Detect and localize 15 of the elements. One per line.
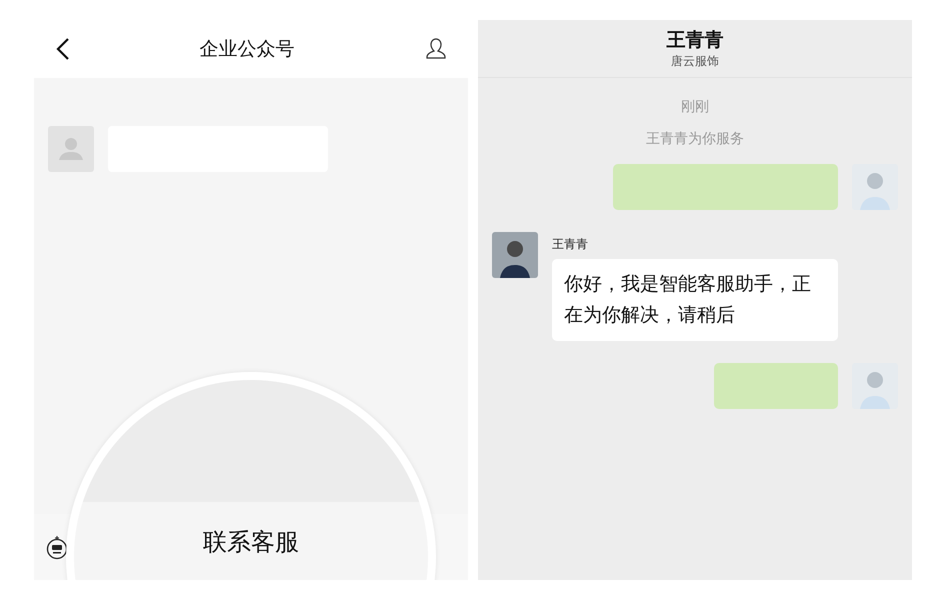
avatar-silhouette-icon — [852, 363, 898, 409]
back-icon[interactable] — [56, 37, 70, 61]
avatar-silhouette-icon — [492, 232, 538, 278]
contact-service-label[interactable]: 联系客服 — [203, 526, 299, 558]
page-title: 企业公众号 — [200, 37, 294, 62]
sender-name: 王青青 — [552, 236, 589, 253]
keyboard-icon[interactable] — [46, 534, 68, 560]
avatar-placeholder-icon — [48, 126, 94, 172]
person-icon[interactable] — [424, 37, 448, 61]
avatar-silhouette-icon — [852, 164, 898, 210]
message-bubble: 你好，我是智能客服助手，正在为你解决，请稍后 — [552, 259, 838, 341]
chat-subtitle: 唐云服饰 — [671, 53, 719, 70]
system-notice: 王青青为你服务 — [646, 130, 744, 148]
chat-title: 王青青 — [666, 28, 724, 53]
timestamp: 刚刚 — [681, 98, 709, 116]
